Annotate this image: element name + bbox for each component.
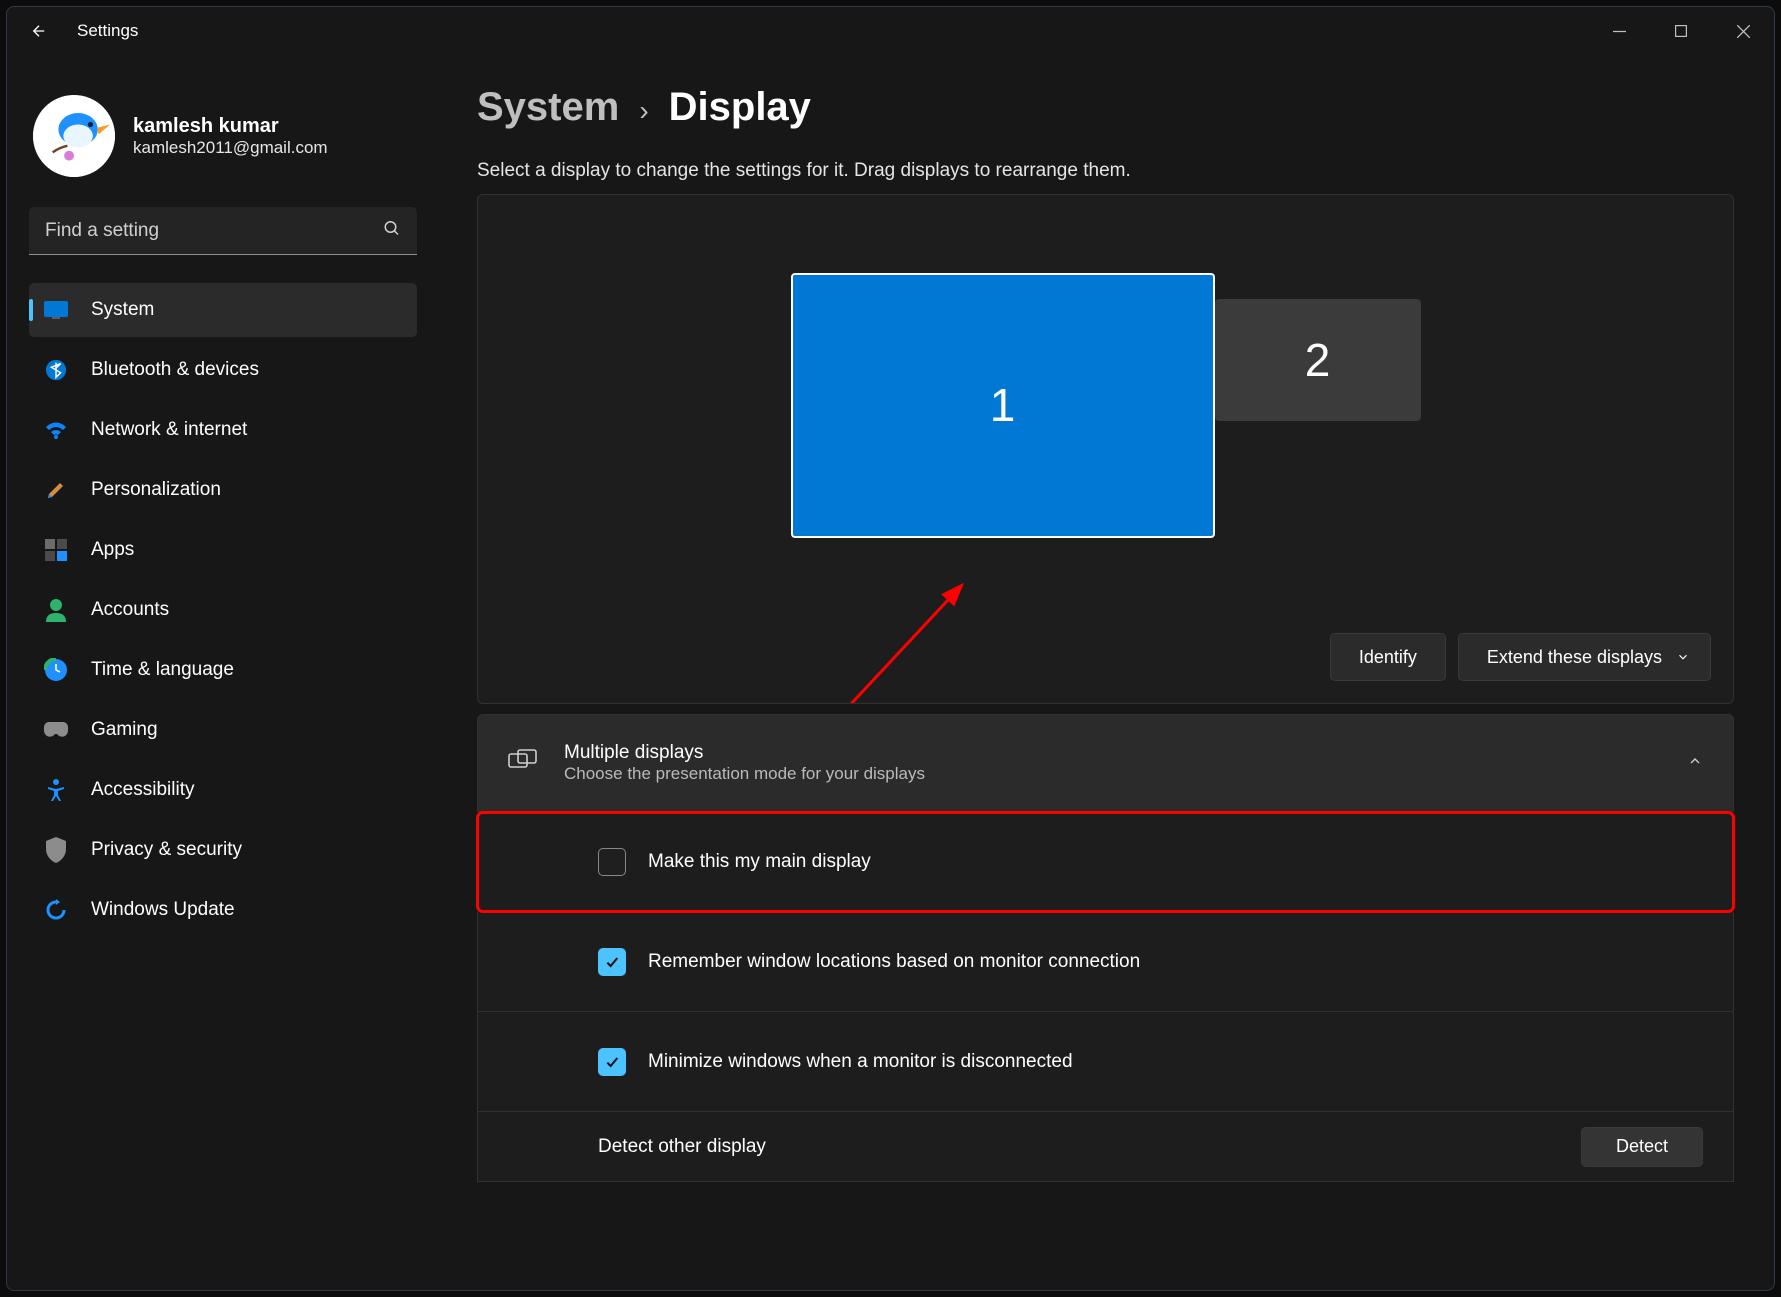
nav-item-network[interactable]: Network & internet bbox=[29, 403, 417, 457]
close-button[interactable] bbox=[1712, 7, 1774, 55]
settings-window: Settings bbox=[6, 6, 1775, 1291]
nav: System Bluetooth & devices Network & int… bbox=[29, 283, 417, 937]
nav-label: Network & internet bbox=[91, 419, 247, 441]
display-1[interactable]: 1 bbox=[791, 273, 1215, 538]
detect-button[interactable]: Detect bbox=[1581, 1127, 1703, 1167]
search-icon bbox=[383, 220, 401, 243]
breadcrumb-current: Display bbox=[669, 85, 811, 130]
close-icon bbox=[1737, 25, 1750, 38]
window-title: Settings bbox=[77, 21, 138, 41]
detect-display-row: Detect other display Detect bbox=[477, 1112, 1734, 1182]
system-icon bbox=[43, 297, 69, 323]
checkmark-icon bbox=[604, 1054, 620, 1070]
display-arrange-card: 2 1 Identify Extend these displays bbox=[477, 194, 1734, 704]
display-canvas[interactable]: 2 1 bbox=[478, 215, 1733, 595]
titlebar: Settings bbox=[7, 7, 1774, 55]
remember-checkbox[interactable] bbox=[598, 948, 626, 976]
make-main-display-checkbox[interactable] bbox=[598, 848, 626, 876]
nav-item-personalization[interactable]: Personalization bbox=[29, 463, 417, 517]
chevron-up-icon bbox=[1687, 753, 1703, 774]
identify-button[interactable]: Identify bbox=[1330, 633, 1446, 681]
avatar bbox=[33, 95, 115, 177]
nav-item-gaming[interactable]: Gaming bbox=[29, 703, 417, 757]
nav-label: Bluetooth & devices bbox=[91, 359, 259, 381]
minimize-checkbox[interactable] bbox=[598, 1048, 626, 1076]
nav-item-accounts[interactable]: Accounts bbox=[29, 583, 417, 637]
nav-item-accessibility[interactable]: Accessibility bbox=[29, 763, 417, 817]
nav-label: System bbox=[91, 299, 154, 321]
minimize-on-disconnect-row: Minimize windows when a monitor is disco… bbox=[477, 1012, 1734, 1112]
nav-label: Accounts bbox=[91, 599, 169, 621]
avatar-bird-icon bbox=[33, 95, 115, 177]
search-input[interactable] bbox=[29, 207, 417, 255]
update-icon bbox=[43, 897, 69, 923]
arrow-left-icon bbox=[30, 22, 48, 40]
breadcrumb-parent[interactable]: System bbox=[477, 85, 619, 130]
nav-label: Privacy & security bbox=[91, 839, 242, 861]
caption-text: Select a display to change the settings … bbox=[477, 160, 1734, 182]
make-main-display-row: Make this my main display bbox=[477, 812, 1734, 912]
dropdown-label: Extend these displays bbox=[1487, 647, 1662, 668]
clock-icon bbox=[43, 657, 69, 683]
multiple-displays-card[interactable]: Multiple displays Choose the presentatio… bbox=[477, 714, 1734, 812]
nav-item-bluetooth[interactable]: Bluetooth & devices bbox=[29, 343, 417, 397]
minimize-button[interactable] bbox=[1588, 7, 1650, 55]
breadcrumb: System › Display bbox=[477, 85, 1734, 130]
nav-item-windows-update[interactable]: Windows Update bbox=[29, 883, 417, 937]
profile-name: kamlesh kumar bbox=[133, 115, 328, 138]
profile-email: kamlesh2011@gmail.com bbox=[133, 138, 328, 158]
projection-mode-dropdown[interactable]: Extend these displays bbox=[1458, 633, 1711, 681]
minimize-icon bbox=[1613, 25, 1626, 38]
window-controls bbox=[1588, 7, 1774, 55]
nav-label: Windows Update bbox=[91, 899, 235, 921]
wifi-icon bbox=[43, 417, 69, 443]
nav-label: Time & language bbox=[91, 659, 234, 681]
displays-icon bbox=[508, 749, 538, 778]
nav-item-apps[interactable]: Apps bbox=[29, 523, 417, 577]
sidebar: kamlesh kumar kamlesh2011@gmail.com Syst… bbox=[7, 55, 439, 1290]
person-icon bbox=[43, 597, 69, 623]
display-2-label: 2 bbox=[1305, 333, 1331, 387]
apps-icon bbox=[43, 537, 69, 563]
gamepad-icon bbox=[43, 717, 69, 743]
bluetooth-icon bbox=[43, 357, 69, 383]
display-2[interactable]: 2 bbox=[1215, 299, 1421, 421]
chevron-right-icon: › bbox=[639, 95, 648, 127]
nav-label: Gaming bbox=[91, 719, 158, 741]
accessibility-icon bbox=[43, 777, 69, 803]
nav-item-system[interactable]: System bbox=[29, 283, 417, 337]
nav-item-privacy[interactable]: Privacy & security bbox=[29, 823, 417, 877]
maximize-icon bbox=[1675, 25, 1687, 37]
chevron-down-icon bbox=[1676, 650, 1690, 664]
back-button[interactable] bbox=[25, 17, 53, 45]
content: System › Display Select a display to cha… bbox=[439, 55, 1774, 1290]
remember-window-locations-row: Remember window locations based on monit… bbox=[477, 912, 1734, 1012]
nav-label: Personalization bbox=[91, 479, 221, 501]
card-subtitle: Choose the presentation mode for your di… bbox=[564, 764, 925, 784]
maximize-button[interactable] bbox=[1650, 7, 1712, 55]
minimize-label: Minimize windows when a monitor is disco… bbox=[648, 1051, 1073, 1073]
remember-label: Remember window locations based on monit… bbox=[648, 951, 1140, 973]
brush-icon bbox=[43, 477, 69, 503]
card-title: Multiple displays bbox=[564, 742, 925, 764]
display-1-label: 1 bbox=[990, 378, 1016, 432]
make-main-display-label: Make this my main display bbox=[648, 851, 871, 873]
profile[interactable]: kamlesh kumar kamlesh2011@gmail.com bbox=[29, 75, 417, 207]
checkmark-icon bbox=[604, 954, 620, 970]
nav-label: Accessibility bbox=[91, 779, 194, 801]
search-box[interactable] bbox=[29, 207, 417, 255]
detect-label: Detect other display bbox=[598, 1136, 766, 1158]
nav-label: Apps bbox=[91, 539, 134, 561]
shield-icon bbox=[43, 837, 69, 863]
nav-item-time-language[interactable]: Time & language bbox=[29, 643, 417, 697]
